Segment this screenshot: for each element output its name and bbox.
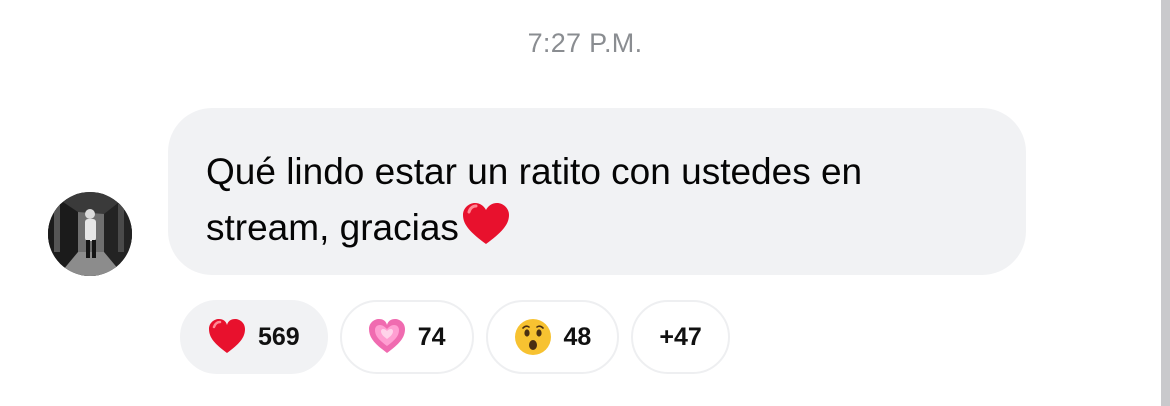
more-reactions-button[interactable]: +47 — [631, 300, 730, 374]
reaction-bar: 569 74 48 +47 — [180, 300, 730, 374]
reaction-count: 569 — [258, 322, 300, 351]
chat-screen: 7:27 P.M. Qué lindo estar un ratito con … — [0, 0, 1170, 406]
reaction-count: 74 — [417, 322, 446, 351]
sender-avatar[interactable] — [48, 192, 132, 276]
surprised-face-icon — [514, 318, 552, 356]
reaction-count: 48 — [563, 322, 592, 351]
reaction-sparkling-pink-heart[interactable]: 74 — [339, 300, 474, 374]
reaction-surprised-face[interactable]: 48 — [485, 300, 620, 374]
message-bubble[interactable]: Qué lindo estar un ratito con ustedes en… — [168, 108, 1026, 275]
more-reactions-count: +47 — [659, 322, 702, 351]
message-text: Qué lindo estar un ratito con ustedes en… — [206, 151, 863, 248]
avatar-photo — [48, 192, 132, 276]
sparkling-heart-icon — [368, 318, 406, 356]
scrollbar-edge — [1161, 0, 1170, 406]
red-heart-icon — [461, 202, 511, 246]
red-heart-icon — [208, 318, 246, 356]
reaction-red-heart[interactable]: 569 — [180, 300, 328, 374]
message-timestamp: 7:27 P.M. — [527, 28, 643, 58]
